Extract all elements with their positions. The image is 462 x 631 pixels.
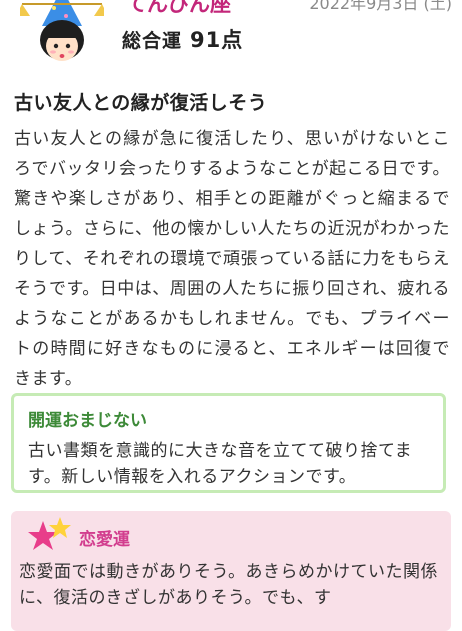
overall-score: 91点 [190,28,244,52]
fortune-header: てんびん座 2022年9月3日 (土) 総合運 91点 [0,0,462,80]
lucky-charm-text: 古い書類を意識的に大きな音を立てて破り捨てます。新しい情報を入れるアクションです… [28,441,413,487]
lucky-charm-title: 開運おまじない [28,411,147,431]
overall-fortune: 総合運 91点 [122,24,243,54]
fortune-headline: 古い友人との縁が復活しそう [14,92,268,114]
star-icon [28,517,71,550]
overall-label: 総合運 [122,30,183,52]
love-fortune-card: 恋愛運 恋愛面では動きがありそう。あきらめかけていた関係に、復活のきざしがありそ… [11,511,451,631]
fortune-date: 2022年9月3日 (土) [309,0,452,13]
love-fortune-title: 恋愛運 [79,530,130,550]
fortune-body: 古い友人との縁が急に復活したり、思いがけないところでバッタリ会ったりするようなこ… [14,129,450,389]
love-fortune-text: 恋愛面では動きがありそう。あきらめかけていた関係に、復活のきざしがありそう。でも… [19,562,438,608]
zodiac-sign-name: てんびん座 [126,0,231,16]
wizard-girl-avatar-icon [20,0,104,61]
lucky-charm-card: 開運おまじない 古い書類を意識的に大きな音を立てて破り捨てます。新しい情報を入れ… [11,393,446,493]
